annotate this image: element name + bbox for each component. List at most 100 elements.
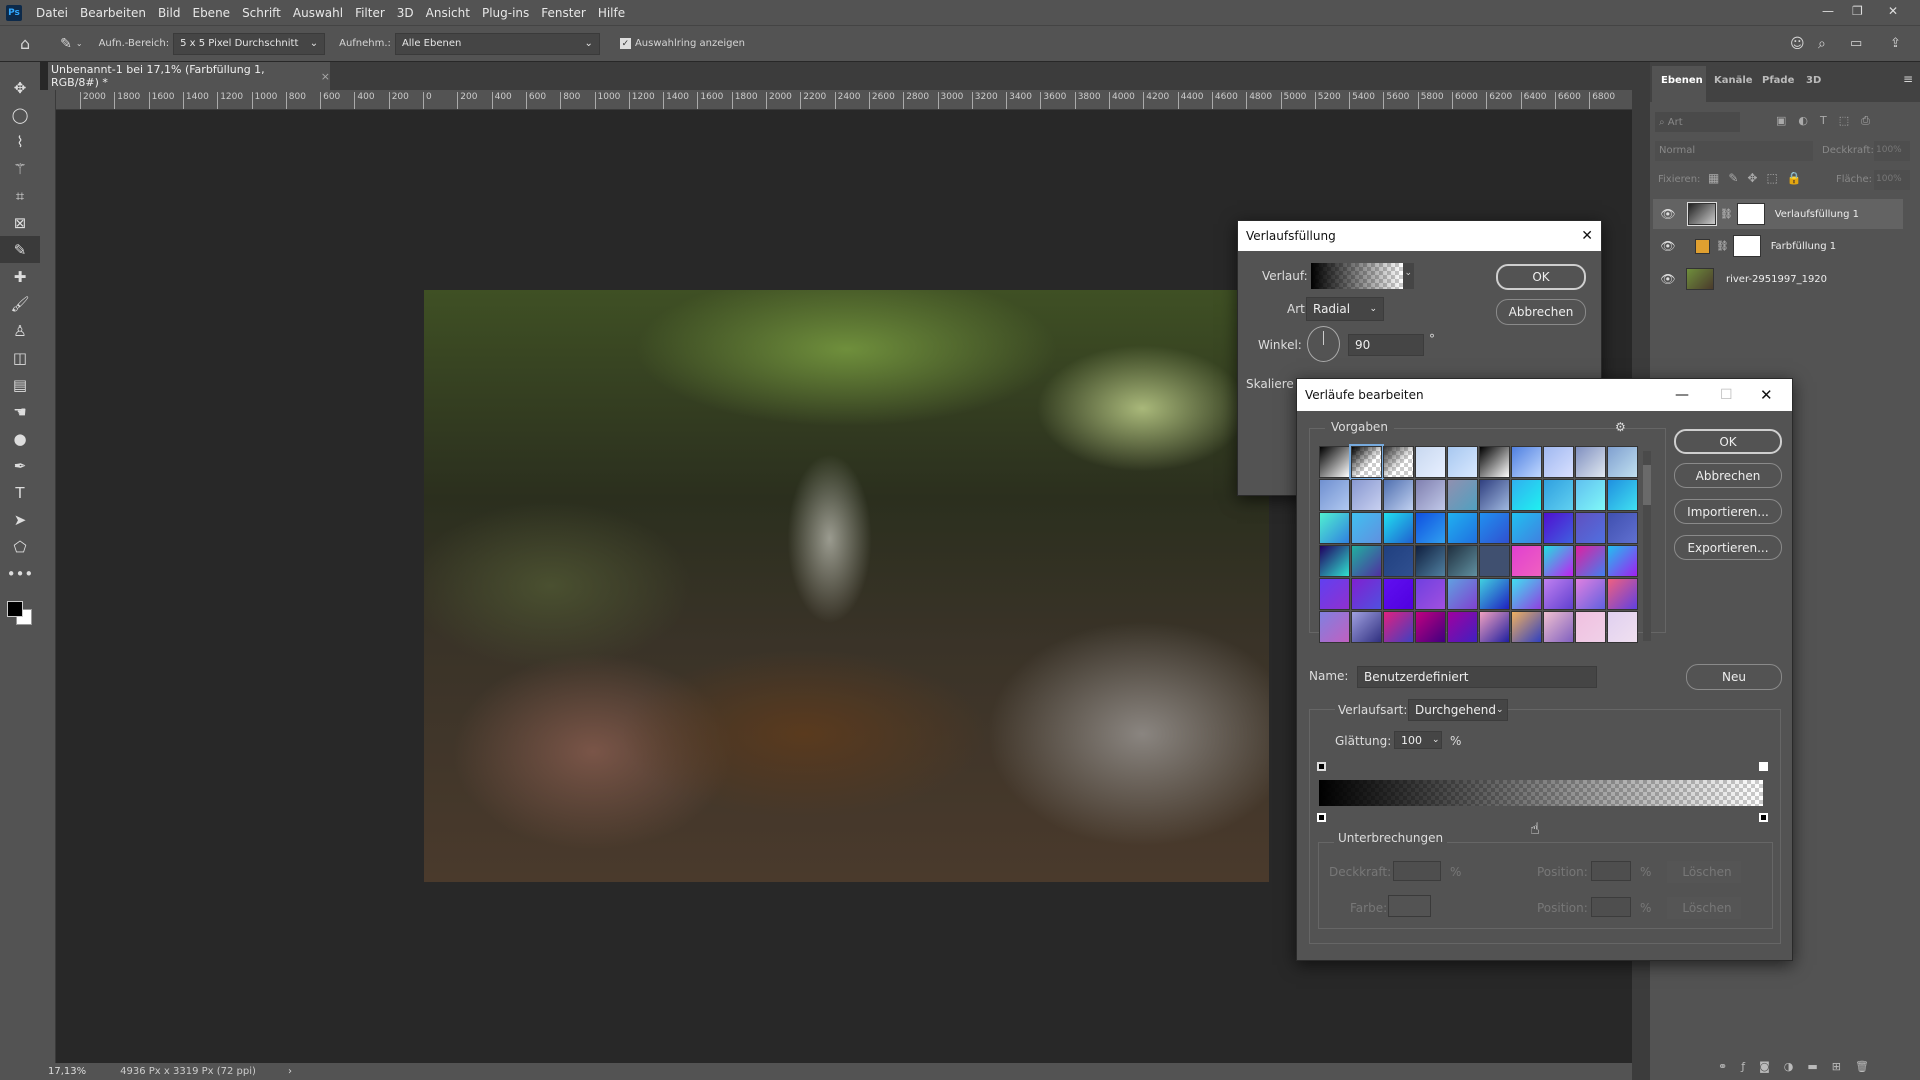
stop-opacity-input[interactable]: [1393, 861, 1441, 881]
gradient-preset-swatch[interactable]: [1479, 545, 1510, 577]
gradient-preset-swatch[interactable]: [1575, 578, 1606, 610]
gradient-preset-swatch[interactable]: [1511, 578, 1542, 610]
gradient-type-select[interactable]: Durchgehend ⌄: [1408, 699, 1508, 721]
gradient-preset-swatch[interactable]: [1383, 545, 1414, 577]
gradient-preset-swatch[interactable]: [1349, 444, 1384, 480]
stamp-icon[interactable]: ♙: [0, 317, 40, 344]
gradient-preset-swatch[interactable]: [1383, 578, 1414, 610]
layer-row[interactable]: 👁 ⛓ Verlaufsfüllung 1: [1653, 199, 1903, 229]
gradient-preset-swatch[interactable]: [1575, 512, 1606, 544]
angle-dial[interactable]: [1307, 326, 1340, 362]
dodge-icon[interactable]: ●: [0, 425, 40, 452]
gradient-preset-swatch[interactable]: [1575, 545, 1606, 577]
gradient-preset-swatch[interactable]: [1383, 512, 1414, 544]
minimize-icon[interactable]: —: [1822, 4, 1834, 18]
gradient-preset-swatch[interactable]: [1607, 611, 1638, 643]
menu-bild[interactable]: Bild: [158, 6, 181, 20]
gradient-preset-swatch[interactable]: [1415, 611, 1446, 643]
menu-schrift[interactable]: Schrift: [242, 6, 281, 20]
gradient-preset-swatch[interactable]: [1479, 578, 1510, 610]
color-stop-right[interactable]: [1759, 813, 1768, 822]
chevron-down-icon[interactable]: ⌄: [76, 39, 83, 48]
gradient-preset-swatch[interactable]: [1607, 545, 1638, 577]
more-icon[interactable]: •••: [0, 560, 40, 587]
gradient-preset-swatch[interactable]: [1351, 479, 1382, 511]
foreground-background-colors[interactable]: [0, 595, 40, 635]
gradient-preset-swatch[interactable]: [1415, 512, 1446, 544]
sample-select[interactable]: Alle Ebenen ⌄: [394, 32, 600, 55]
menu-plug-ins[interactable]: Plug-ins: [482, 6, 529, 20]
gradient-preset-swatch[interactable]: [1575, 611, 1606, 643]
crop-icon[interactable]: ⌗: [0, 182, 40, 209]
gradient-preset-swatch[interactable]: [1351, 545, 1382, 577]
gradient-preset-swatch[interactable]: [1319, 611, 1350, 643]
ok-button[interactable]: OK: [1674, 429, 1782, 454]
gradient-preset-swatch[interactable]: [1383, 446, 1414, 478]
zoom-level[interactable]: 17,13%: [48, 1066, 86, 1077]
gradient-preset-swatch[interactable]: [1447, 545, 1478, 577]
tab-kanaele[interactable]: Kanäle: [1714, 75, 1753, 86]
pen-icon[interactable]: ✒: [0, 452, 40, 479]
gradient-picker[interactable]: ⌄: [1311, 263, 1414, 289]
gradient-preset-swatch[interactable]: [1607, 512, 1638, 544]
stop-color-swatch[interactable]: [1388, 895, 1431, 917]
import-button[interactable]: Importieren...: [1674, 499, 1782, 524]
layer-actions-bar[interactable]: ⚭ƒ◙◑▬⊞🗑: [1650, 1060, 1920, 1080]
menu-fenster[interactable]: Fenster: [541, 6, 586, 20]
lasso-icon[interactable]: ◯: [0, 101, 40, 128]
menu-hilfe[interactable]: Hilfe: [598, 6, 625, 20]
gradient-preset-swatch[interactable]: [1511, 545, 1542, 577]
gradient-preset-swatch[interactable]: [1351, 578, 1382, 610]
color-position-input[interactable]: [1591, 897, 1631, 917]
restore-icon[interactable]: ❐: [1852, 4, 1863, 18]
menu-ansicht[interactable]: Ansicht: [426, 6, 470, 20]
menu-ebene[interactable]: Ebene: [192, 6, 230, 20]
gradient-preset-swatch[interactable]: [1575, 446, 1606, 478]
fill-input[interactable]: 100%: [1874, 170, 1910, 190]
close-icon[interactable]: ✕: [1581, 228, 1593, 244]
layer-filter-icons[interactable]: ▣◐T⬚⎙: [1776, 114, 1882, 128]
shape-icon[interactable]: ⬠: [0, 533, 40, 560]
tab-pfade[interactable]: Pfade: [1762, 75, 1794, 86]
close-icon[interactable]: ✕: [1760, 386, 1773, 404]
close-icon[interactable]: ✕: [1888, 4, 1898, 18]
gradient-preset-swatch[interactable]: [1511, 611, 1542, 643]
name-input[interactable]: Benutzerdefiniert: [1357, 666, 1597, 688]
gear-icon[interactable]: ⚙: [1615, 420, 1626, 434]
delete-opacity-stop-button[interactable]: Löschen: [1667, 861, 1741, 883]
polygon-lasso-icon[interactable]: ⌇: [0, 128, 40, 155]
gradient-preset-swatch[interactable]: [1351, 512, 1382, 544]
gradient-preset-swatch[interactable]: [1511, 512, 1542, 544]
export-button[interactable]: Exportieren...: [1674, 535, 1782, 560]
gradient-preset-swatch[interactable]: [1319, 446, 1350, 478]
cancel-button[interactable]: Abbrechen: [1496, 299, 1586, 325]
menu-3d[interactable]: 3D: [397, 6, 414, 20]
menu-auswahl[interactable]: Auswahl: [293, 6, 343, 20]
gradient-preset-swatch[interactable]: [1479, 512, 1510, 544]
opacity-position-input[interactable]: [1591, 861, 1631, 881]
gradient-preset-swatch[interactable]: [1415, 545, 1446, 577]
gradient-preset-swatch[interactable]: [1319, 512, 1350, 544]
gradient-preset-swatch[interactable]: [1383, 611, 1414, 643]
gradient-bar[interactable]: [1319, 780, 1763, 806]
type-icon[interactable]: T: [0, 479, 40, 506]
gradient-preset-swatch[interactable]: [1479, 611, 1510, 643]
gradient-preset-swatch[interactable]: [1511, 479, 1542, 511]
gradient-preset-swatch[interactable]: [1511, 446, 1542, 478]
magic-wand-icon[interactable]: ⚚: [0, 155, 40, 182]
brush-icon[interactable]: 🖌: [0, 290, 40, 317]
layer-row[interactable]: 👁 river-2951997_1920: [1653, 264, 1903, 294]
lock-icons[interactable]: ▦✎✥⬚🔒: [1708, 171, 1811, 185]
minimize-icon[interactable]: —: [1675, 387, 1689, 403]
new-button[interactable]: Neu: [1686, 664, 1782, 690]
gradient-preset-swatch[interactable]: [1351, 611, 1382, 643]
workspace-icon[interactable]: ▭: [1850, 36, 1862, 51]
color-stop-left[interactable]: [1317, 813, 1326, 822]
gradient-preset-swatch[interactable]: [1543, 545, 1574, 577]
gradient-preset-swatch[interactable]: [1543, 446, 1574, 478]
gradient-preset-swatch[interactable]: [1447, 611, 1478, 643]
path-select-icon[interactable]: ➤: [0, 506, 40, 533]
gradient-preset-swatch[interactable]: [1607, 446, 1638, 478]
visibility-eye-icon[interactable]: 👁: [1653, 239, 1683, 253]
gradient-preset-swatch[interactable]: [1543, 479, 1574, 511]
